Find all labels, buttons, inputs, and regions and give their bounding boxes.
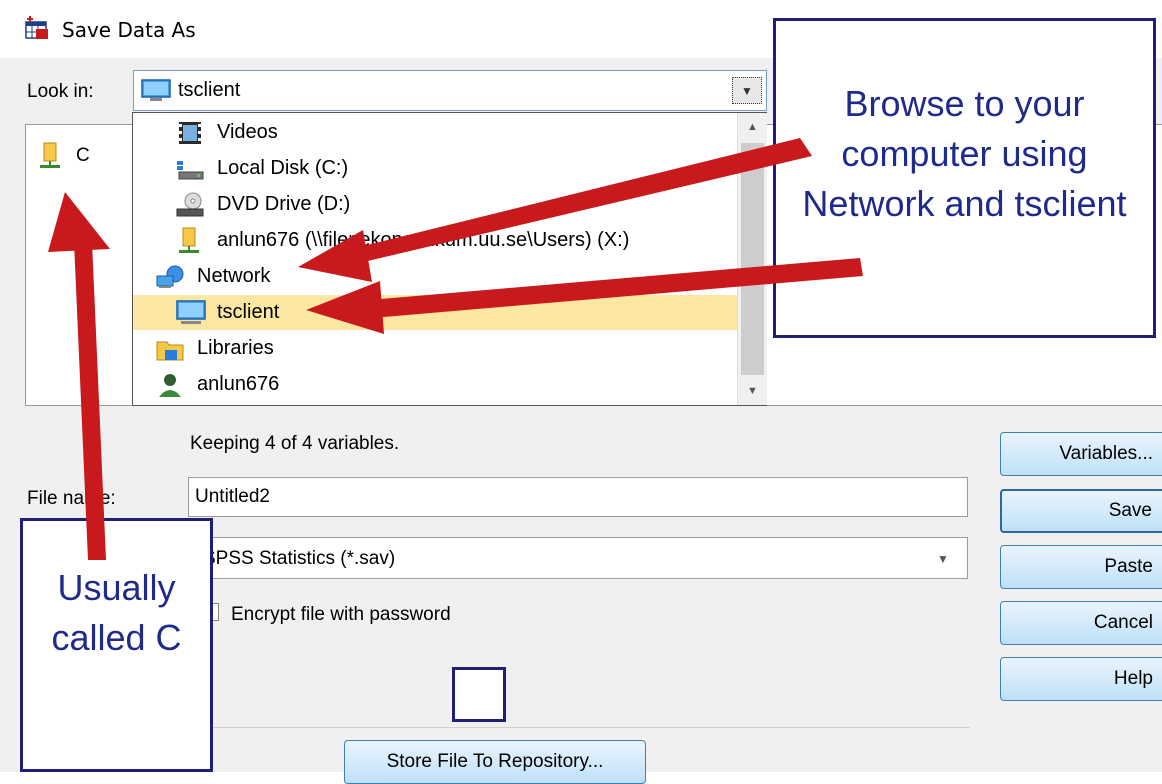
dropdown-item-network-drive[interactable]: anlun676 (\\filer.ekonomikum.uu.se\Users…: [133, 223, 738, 258]
window-title: Save Data As: [62, 18, 196, 42]
dropdown-item-network[interactable]: Network: [133, 259, 738, 294]
network-drive-icon: [179, 226, 203, 261]
computer-icon: [140, 78, 172, 109]
dropdown-item-dvd-drive[interactable]: DVD Drive (D:): [133, 187, 738, 222]
libraries-icon: [155, 336, 185, 367]
save-as-type-value: SPSS Statistics (*.sav): [203, 548, 396, 569]
spss-save-data-icon: [24, 14, 50, 40]
computer-icon: [175, 299, 207, 332]
scroll-thumb[interactable]: [741, 143, 764, 375]
scroll-up-icon[interactable]: ▲: [738, 113, 767, 142]
cancel-button[interactable]: Cancel: [1000, 601, 1162, 645]
dvd-drive-icon: [175, 192, 205, 223]
callout-usually-called-c: Usually called C: [20, 518, 213, 772]
look-in-value: tsclient: [178, 79, 241, 101]
file-name-label: File name:: [27, 488, 116, 509]
callout-browse-instructions: Browse to your computer using Network an…: [773, 18, 1156, 338]
look-in-label: Look in:: [27, 81, 94, 102]
look-in-dropdown[interactable]: tsclient ▼: [133, 70, 767, 111]
chevron-down-icon[interactable]: ▼: [937, 552, 949, 566]
local-disk-icon: [175, 157, 205, 186]
chevron-down-icon[interactable]: ▼: [732, 77, 762, 104]
dropdown-item-libraries[interactable]: Libraries: [133, 331, 738, 366]
divider: [188, 727, 970, 728]
network-icon: [155, 264, 189, 295]
save-as-type-dropdown[interactable]: SPSS Statistics (*.sav) ▼: [188, 537, 968, 579]
look-in-dropdown-list: Videos Local Disk (C:) DVD Drive (D:) an…: [132, 112, 767, 406]
videos-folder-icon: [177, 120, 203, 151]
list-item[interactable]: C: [76, 145, 90, 167]
user-icon: [157, 371, 183, 404]
encrypt-label: Encrypt file with password: [231, 604, 451, 625]
dropdown-item-local-disk[interactable]: Local Disk (C:): [133, 151, 738, 186]
save-button[interactable]: Save: [1000, 489, 1162, 533]
help-button[interactable]: Help: [1000, 657, 1162, 701]
network-drive-icon: [38, 141, 66, 176]
variables-button[interactable]: Variables...: [1000, 432, 1162, 476]
keeping-variables-text: Keeping 4 of 4 variables.: [190, 433, 400, 454]
annotation-square: [452, 667, 506, 722]
store-to-repository-button[interactable]: Store File To Repository...: [344, 740, 646, 784]
dropdown-item-user[interactable]: anlun676: [133, 367, 738, 402]
dropdown-item-tsclient[interactable]: tsclient: [133, 295, 738, 330]
scroll-down-icon[interactable]: ▼: [738, 377, 767, 405]
dropdown-scrollbar[interactable]: ▲ ▼: [737, 113, 767, 405]
dropdown-item-videos[interactable]: Videos: [133, 115, 738, 150]
file-name-input[interactable]: [188, 477, 968, 517]
paste-button[interactable]: Paste: [1000, 545, 1162, 589]
